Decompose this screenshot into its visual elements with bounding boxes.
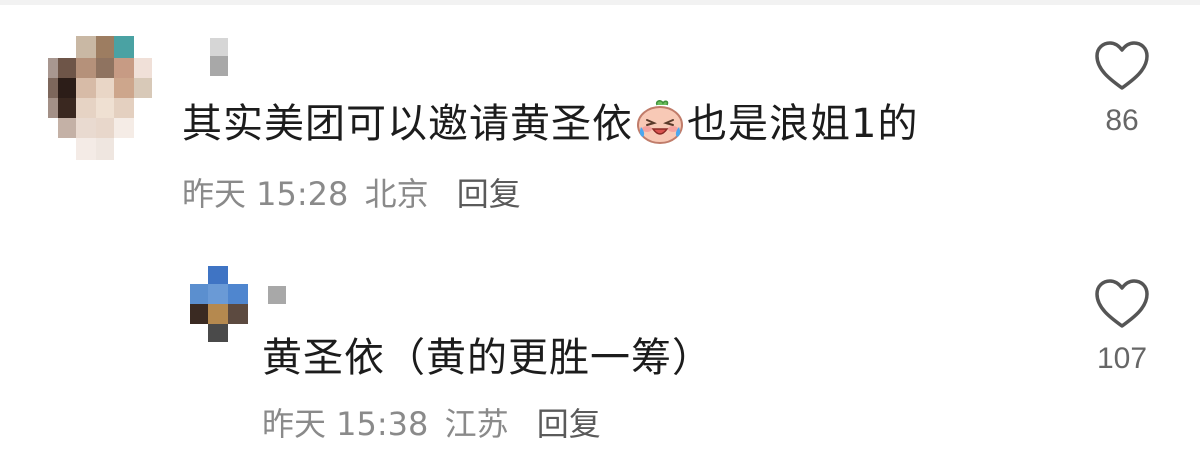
avatar[interactable] [190, 266, 248, 342]
avatar[interactable] [48, 36, 152, 160]
like-count: 86 [1105, 104, 1139, 137]
like-button[interactable]: 86 [1082, 40, 1162, 138]
comment-time: 昨天 15:38 [262, 405, 429, 443]
username[interactable] [210, 38, 228, 76]
comment-text-part: 其实美团可以邀请黄圣依 [182, 101, 633, 147]
reply-button[interactable]: 回复 [537, 405, 601, 443]
heart-outline-icon[interactable] [1093, 278, 1151, 330]
comment-meta: 昨天 15:38 江苏 回复 [262, 404, 607, 444]
comment-meta: 昨天 15:28 北京 回复 [182, 174, 527, 214]
like-count: 107 [1096, 342, 1148, 375]
comment-location: 北京 [364, 175, 429, 213]
reply-comment-item: 黄圣依（黄的更胜一筹） 昨天 15:38 江苏 回复 107 [0, 230, 1200, 458]
comment-location: 江苏 [444, 405, 509, 443]
heart-outline-icon[interactable] [1093, 40, 1151, 92]
comment-item: 其实美团可以邀请黄圣依 也是浪姐1的 昨天 15:28 北京 回复 86 [0, 0, 1200, 230]
reply-button[interactable]: 回复 [457, 175, 521, 213]
username[interactable] [268, 286, 286, 304]
crying-laughing-peach-emoji-icon [635, 99, 685, 145]
comment-text-part: 也是浪姐1的 [687, 101, 919, 147]
comment-text: 黄圣依（黄的更胜一筹） [262, 335, 713, 381]
comment-text: 其实美团可以邀请黄圣依 也是浪姐1的 [182, 100, 918, 149]
like-button[interactable]: 107 [1082, 278, 1162, 376]
comment-time: 昨天 15:28 [182, 175, 349, 213]
